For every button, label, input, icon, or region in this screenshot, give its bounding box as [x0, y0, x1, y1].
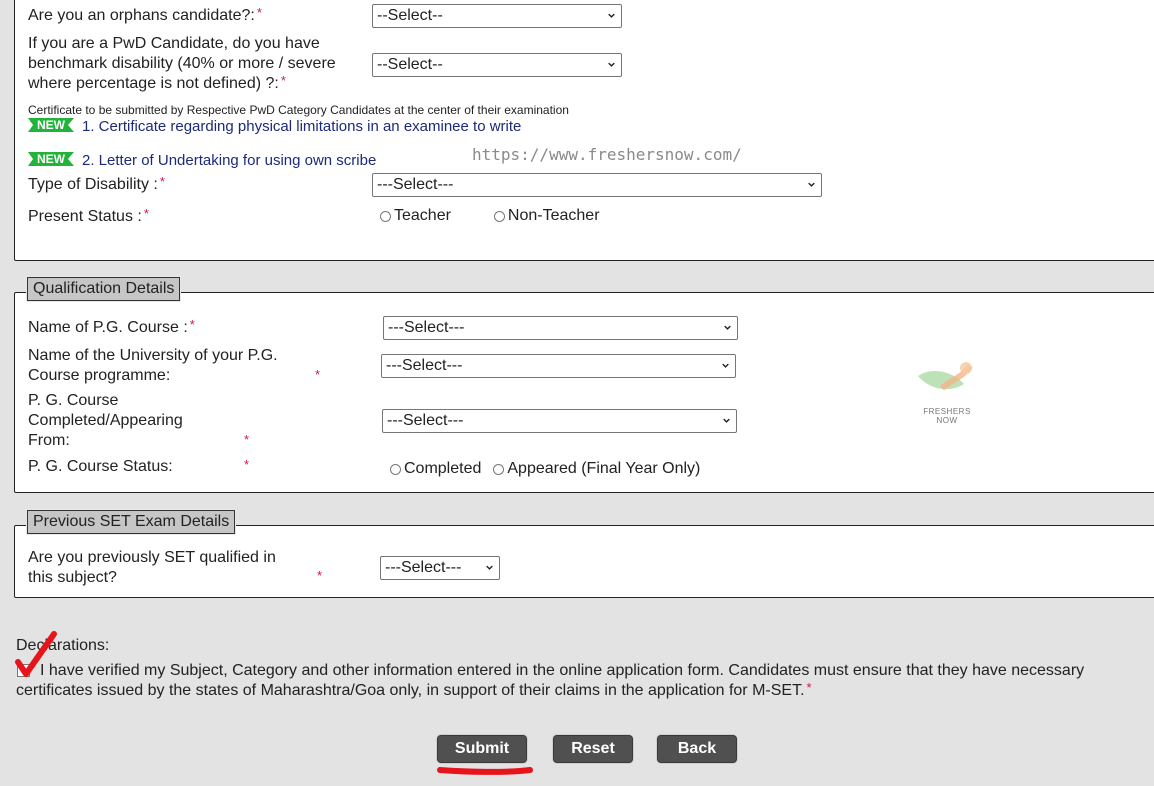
- radio-button-icon[interactable]: [390, 463, 401, 475]
- pg-course-select[interactable]: ---Select---: [383, 316, 738, 340]
- completed-from-select[interactable]: ---Select---: [382, 409, 737, 433]
- set-qualified-label: Are you previously SET qualified in this…: [28, 549, 276, 586]
- chevron-down-icon: [723, 418, 730, 423]
- chevron-down-icon: [608, 13, 615, 18]
- completed-from-label: P. G. Course Completed/Appearing From:: [28, 392, 183, 449]
- declaration-text-line1: I have verified my Subject, Category and…: [40, 662, 1085, 679]
- scribe-undertaking-letter-link[interactable]: 2. Letter of Undertaking for using own s…: [82, 152, 376, 169]
- radio-button-icon[interactable]: [493, 463, 505, 475]
- chevron-down-icon: [608, 62, 615, 67]
- watermark-url: https://www.freshersnow.com/: [472, 145, 742, 164]
- submit-button[interactable]: Submit: [437, 735, 527, 763]
- present-status-label: Present Status : *: [28, 206, 149, 225]
- chevron-down-icon: [724, 325, 731, 330]
- radio-completed[interactable]: Completed: [390, 460, 481, 478]
- new-badge-icon: NEW: [28, 152, 74, 166]
- required-marker: *: [317, 568, 323, 583]
- course-status-label: P. G. Course Status:: [28, 458, 173, 475]
- radio-teacher[interactable]: Teacher: [380, 207, 451, 225]
- freshers-now-logo: FRESHERS NOW: [912, 358, 982, 425]
- course-status-radio-group: Completed Appeared (Final Year Only): [390, 460, 700, 478]
- required-marker: *: [244, 457, 250, 472]
- university-select[interactable]: ---Select---: [381, 354, 736, 378]
- svg-text:NEW: NEW: [37, 152, 66, 166]
- orphan-label: Are you an orphans candidate?: *: [28, 5, 262, 24]
- qualification-details-legend: Qualification Details: [27, 277, 181, 301]
- university-label: Name of the University of your P.G. Cour…: [28, 347, 278, 384]
- red-checkmark-annotation-icon: [15, 631, 57, 677]
- previous-set-legend: Previous SET Exam Details: [27, 510, 236, 534]
- freshers-now-logo-text: FRESHERS NOW: [923, 407, 971, 425]
- reset-button[interactable]: Reset: [553, 735, 633, 763]
- certificate-note: Certificate to be submitted by Respectiv…: [28, 103, 569, 117]
- freshers-now-logo-icon: [918, 362, 973, 391]
- pwd-label: If you are a PwD Candidate, do you have …: [28, 35, 336, 92]
- required-marker: *: [315, 367, 321, 382]
- back-button[interactable]: Back: [657, 735, 737, 763]
- required-marker: *: [244, 432, 250, 447]
- pg-course-label: Name of P.G. Course : *: [28, 317, 195, 336]
- physical-limitations-certificate-link[interactable]: 1. Certificate regarding physical limita…: [82, 118, 521, 135]
- chevron-down-icon: [722, 363, 729, 368]
- red-underline-annotation-icon: [437, 767, 533, 775]
- disability-type-select[interactable]: ---Select---: [372, 173, 822, 197]
- new-badge-icon: NEW: [28, 118, 74, 132]
- chevron-down-icon: [808, 182, 815, 187]
- disability-type-label: Type of Disability : *: [28, 174, 165, 193]
- radio-button-icon[interactable]: [380, 210, 391, 222]
- present-status-radio-group: Teacher Non-Teacher: [380, 207, 600, 225]
- svg-text:NEW: NEW: [37, 118, 66, 132]
- radio-non-teacher[interactable]: Non-Teacher: [493, 207, 600, 225]
- pwd-select[interactable]: --Select--: [372, 53, 622, 77]
- orphan-select[interactable]: --Select--: [372, 4, 622, 28]
- radio-appeared-final-year[interactable]: Appeared (Final Year Only): [493, 460, 700, 478]
- chevron-down-icon: [486, 565, 493, 570]
- declaration-text-line2: certificates issued by the states of Mah…: [16, 680, 812, 699]
- set-qualified-select[interactable]: ---Select---: [380, 556, 500, 580]
- radio-button-icon[interactable]: [493, 210, 505, 222]
